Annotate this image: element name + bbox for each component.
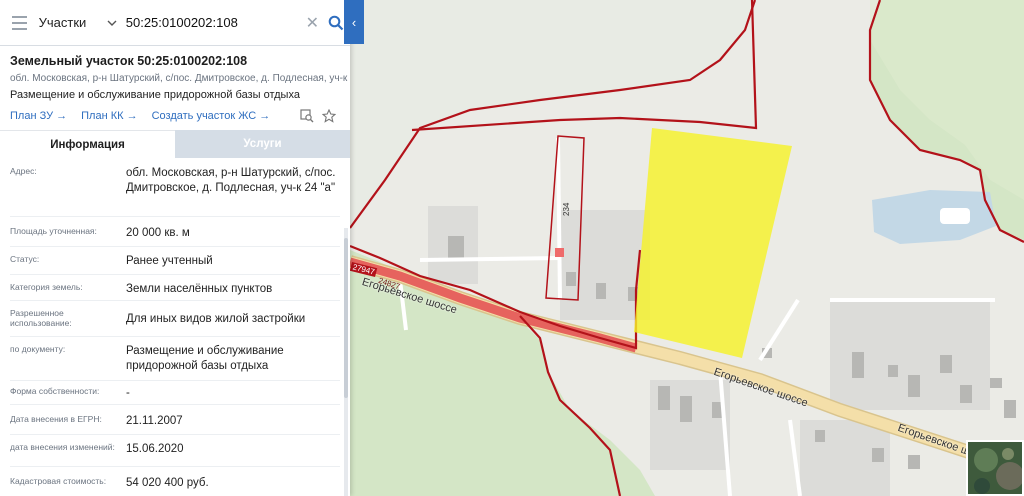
clear-icon[interactable]: ✕ (302, 0, 323, 46)
info-value: Размещение и обслуживание придорожной ба… (126, 345, 284, 372)
card-links: План ЗУ → План КК → Создать участок ЖС → (10, 109, 340, 123)
info-label: Категория земель: (10, 282, 83, 292)
plan-kk-link[interactable]: План КК → (81, 110, 137, 122)
row-divider (10, 466, 340, 467)
chevron-left-icon: ‹ (351, 14, 357, 30)
info-panel: Участки ✕ Земельный участок 50:25:010020… (0, 0, 350, 496)
info-label: Дата внесения в ЕГРН: (10, 414, 102, 424)
object-purpose: Размещение и обслуживание придорожной ба… (10, 89, 300, 101)
row-divider (10, 300, 340, 301)
info-value: 15.06.2020 (126, 443, 184, 455)
search-bar: Участки ✕ (0, 0, 350, 46)
info-label: Кадастровая стоимость: (10, 476, 107, 486)
search-icon (329, 15, 344, 30)
scrollbar-thumb[interactable] (344, 238, 348, 398)
tab-information[interactable]: Информация (0, 130, 175, 158)
row-divider (10, 216, 340, 217)
info-label: Форма собственности: (10, 386, 100, 396)
row-divider (10, 246, 340, 247)
info-table: Адрес: обл. Московская, р-н Шатурский, с… (0, 158, 344, 496)
search-type-label: Участки (38, 15, 87, 30)
pond-island (940, 208, 970, 224)
parcel-marker (555, 248, 564, 257)
menu-icon[interactable] (0, 0, 39, 46)
zoom-to-object-icon[interactable] (300, 109, 314, 123)
row-divider (10, 380, 340, 381)
info-value: 54 020 400 руб. (126, 477, 209, 489)
scrollbar[interactable] (344, 228, 348, 496)
parcel-number-label: 234 (562, 202, 571, 216)
info-value: обл. Московская, р-н Шатурский, с/пос. Д… (126, 167, 336, 194)
info-label: дата внесения изменений: (10, 442, 115, 452)
info-label: Разрешенное использование: (10, 308, 72, 328)
row-divider (10, 404, 340, 405)
info-label: по документу: (10, 344, 66, 354)
row-divider (10, 336, 340, 337)
parcel-highlight[interactable] (634, 128, 792, 358)
create-parcel-link[interactable]: Создать участок ЖС → (152, 110, 271, 122)
pond (872, 190, 996, 244)
search-type-select[interactable]: Участки (39, 0, 124, 46)
object-title: Земельный участок 50:25:0100202:108 (10, 54, 248, 68)
row-divider (10, 274, 340, 275)
chevron-down-icon (107, 20, 117, 26)
satellite-minimap[interactable] (966, 440, 1024, 496)
info-label: Статус: (10, 254, 40, 264)
search-input[interactable] (123, 7, 302, 38)
info-value: Для иных видов жилой застройки (126, 313, 306, 325)
info-value: Земли населённых пунктов (126, 283, 273, 295)
info-value: 21.11.2007 (126, 415, 183, 427)
collapse-panel-button[interactable]: ‹ (344, 0, 364, 44)
card-actions (300, 109, 336, 123)
card-tabs: Информация Услуги (0, 130, 350, 158)
info-label: Адрес: (10, 166, 37, 176)
info-value: - (126, 387, 130, 399)
star-icon[interactable] (322, 109, 336, 123)
info-label: Площадь уточненная: (10, 226, 97, 236)
tab-services[interactable]: Услуги (175, 130, 350, 158)
object-card-header: Земельный участок 50:25:0100202:108 обл.… (0, 46, 350, 123)
row-divider (10, 434, 340, 435)
info-value: 20 000 кв. м (126, 227, 190, 239)
plan-zu-link[interactable]: План ЗУ → (10, 110, 67, 122)
info-value: Ранее учтенный (126, 255, 213, 267)
object-address: обл. Московская, р-н Шатурский, с/пос. Д… (10, 73, 350, 84)
